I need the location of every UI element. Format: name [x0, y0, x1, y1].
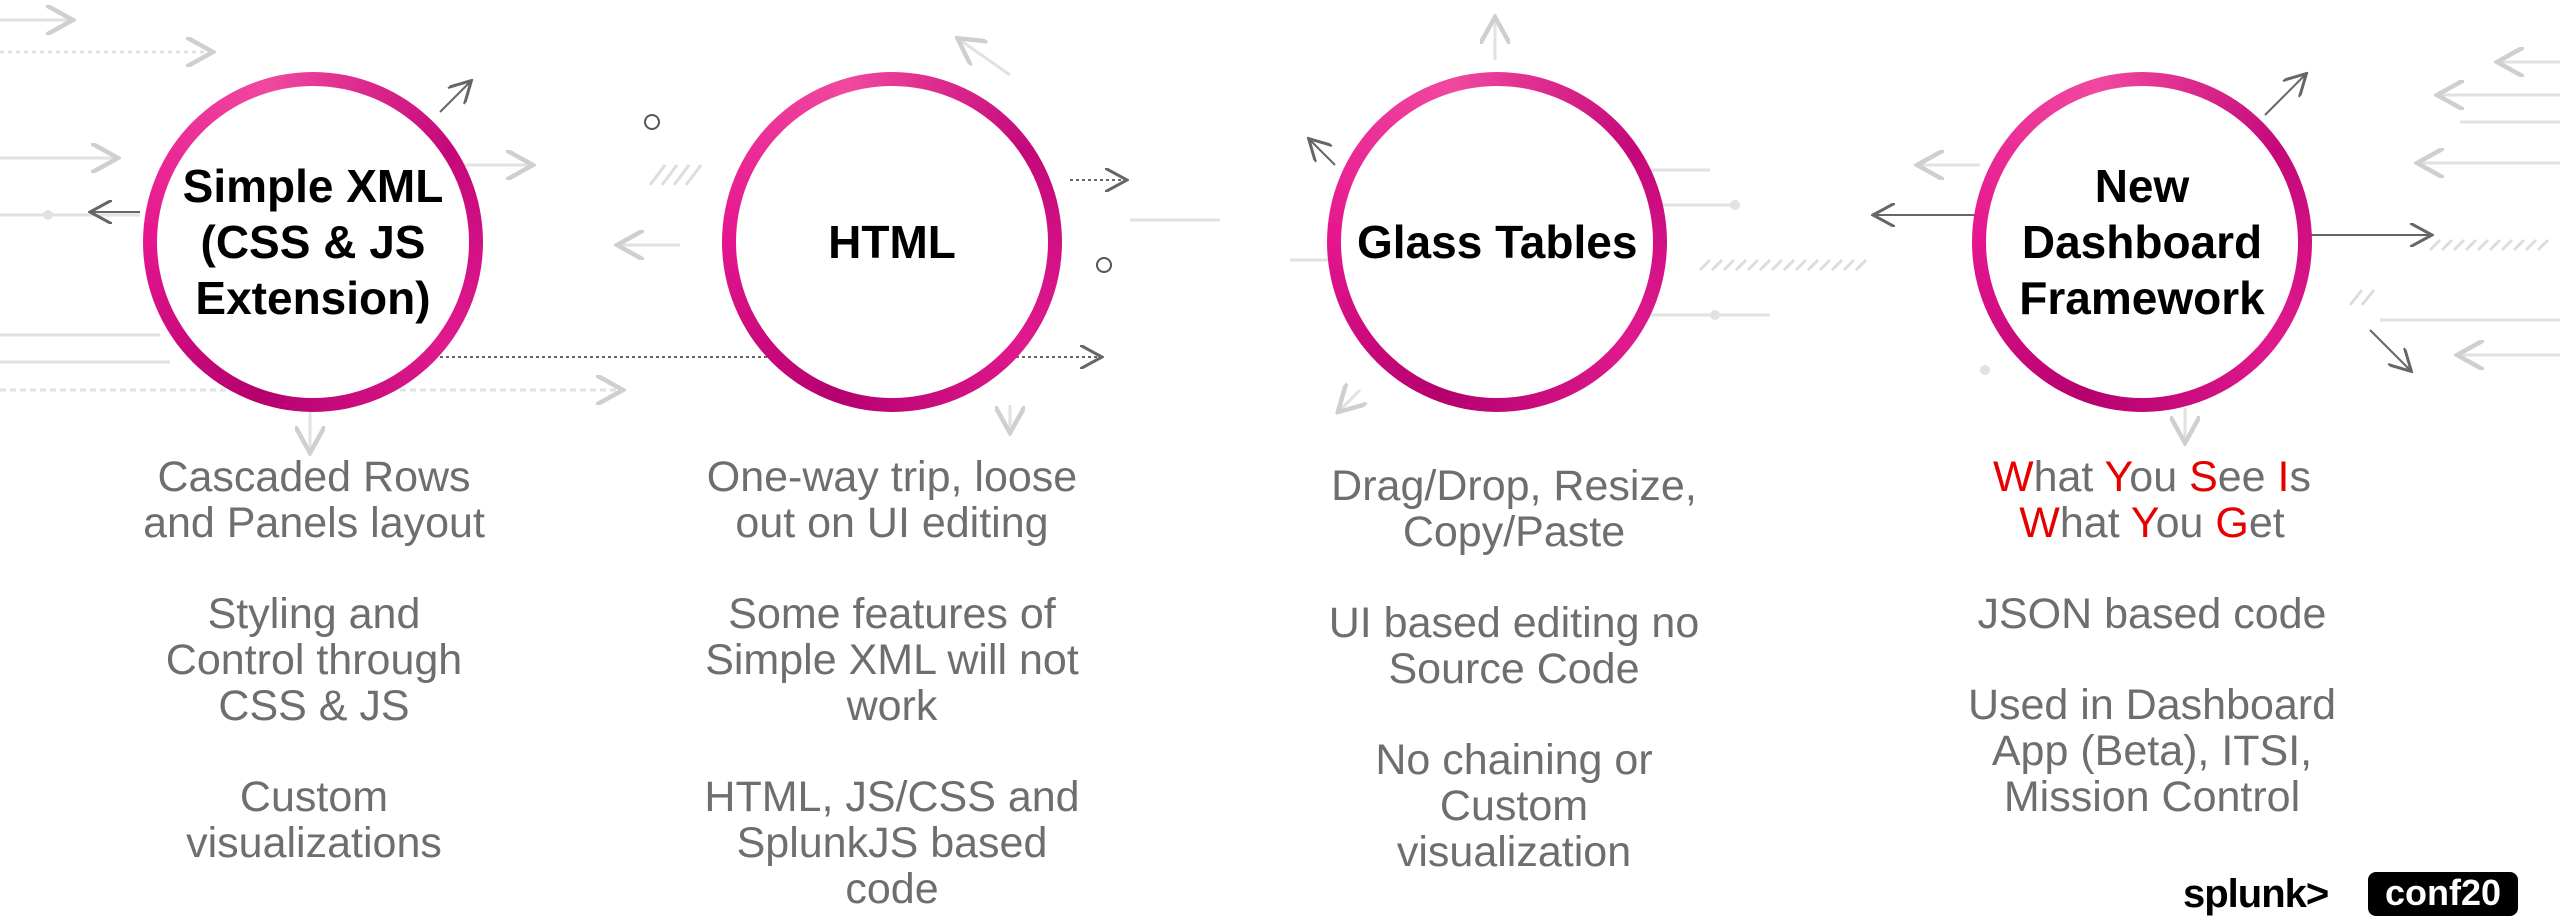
- wysiwyg-line: What You See Is: [1922, 454, 2382, 500]
- title-line: New: [2094, 160, 2190, 212]
- wysiwyg-text: ee: [2217, 453, 2278, 501]
- simple-xml-circle: Simple XML (CSS & JS Extension): [143, 72, 483, 412]
- feature-item: JSON based code: [1922, 591, 2382, 637]
- wysiwyg-text: hat: [2033, 453, 2105, 501]
- html-title: HTML: [752, 214, 1032, 270]
- feature-line: Source Code: [1388, 645, 1640, 693]
- feature-item: UI based editing no Source Code: [1284, 600, 1744, 692]
- wysiwyg-line: What You Get: [1922, 500, 2382, 546]
- wysiwyg-text: et: [2248, 499, 2285, 547]
- feature-item: Cascaded Rows and Panels layout: [84, 454, 544, 546]
- glass-tables-circle: Glass Tables: [1327, 72, 1667, 412]
- feature-line: out on UI editing: [735, 499, 1049, 547]
- glass-tables-title: Glass Tables: [1357, 214, 1637, 270]
- new-dashboard-circle: New Dashboard Framework: [1972, 72, 2312, 412]
- new-dashboard-title: New Dashboard Framework: [2002, 158, 2282, 326]
- title-line: Simple XML: [182, 160, 444, 212]
- title-line: (CSS & JS: [200, 216, 426, 268]
- feature-line: SplunkJS based: [736, 819, 1048, 867]
- feature-line: Custom: [239, 773, 389, 821]
- feature-line: Styling and: [207, 590, 421, 638]
- wysiwyg-item: What You See Is What You Get: [1922, 454, 2382, 546]
- highlight-letter: Y: [2130, 499, 2156, 547]
- feature-line: App (Beta), ITSI,: [1991, 727, 2313, 775]
- feature-item: Drag/Drop, Resize, Copy/Paste: [1284, 463, 1744, 555]
- feature-line: Control through: [165, 636, 463, 684]
- title-line: Glass Tables: [1357, 216, 1638, 268]
- title-line: HTML: [828, 216, 956, 268]
- feature-line: Cascaded Rows: [157, 453, 471, 501]
- feature-item: Custom visualizations: [84, 774, 544, 866]
- highlight-letter: I: [2277, 453, 2290, 501]
- feature-line: Copy/Paste: [1402, 508, 1626, 556]
- wysiwyg-text: ou: [2155, 499, 2216, 547]
- html-circle: HTML: [722, 72, 1062, 412]
- wysiwyg-text: s: [2289, 453, 2311, 501]
- feature-line: No chaining or: [1375, 736, 1653, 784]
- highlight-letter: W: [1993, 453, 2034, 501]
- conf-logo: conf20: [2368, 872, 2518, 916]
- html-description: One-way trip, loose out on UI editing So…: [662, 454, 1122, 912]
- feature-line: Custom: [1439, 782, 1589, 830]
- feature-line: Some features of: [728, 590, 1056, 638]
- glass-tables-description: Drag/Drop, Resize, Copy/Paste UI based e…: [1284, 463, 1744, 875]
- feature-item: HTML, JS/CSS and SplunkJS based code: [662, 774, 1122, 912]
- feature-line: UI based editing no: [1328, 599, 1700, 647]
- feature-line: visualization: [1396, 828, 1632, 876]
- feature-line: One-way trip, loose: [706, 453, 1078, 501]
- simple-xml-title: Simple XML (CSS & JS Extension): [173, 158, 453, 326]
- title-line: Dashboard: [2021, 216, 2263, 268]
- feature-item: Some features of Simple XML will not wor…: [662, 591, 1122, 729]
- feature-item: Styling and Control through CSS & JS: [84, 591, 544, 729]
- feature-line: Used in Dashboard: [1967, 681, 2337, 729]
- feature-line: code: [845, 865, 939, 913]
- highlight-letter: S: [2189, 453, 2218, 501]
- feature-line: JSON based code: [1977, 590, 2327, 638]
- title-line: Extension): [195, 272, 431, 324]
- feature-line: CSS & JS: [218, 682, 410, 730]
- splunk-logo: splunk>: [2183, 872, 2329, 916]
- feature-line: work: [846, 682, 938, 730]
- feature-line: visualizations: [186, 819, 442, 867]
- feature-line: and Panels layout: [143, 499, 485, 547]
- feature-line: Drag/Drop, Resize,: [1331, 462, 1697, 510]
- feature-line: Simple XML will not: [705, 636, 1079, 684]
- highlight-letter: Y: [2104, 453, 2130, 501]
- feature-item: Used in Dashboard App (Beta), ITSI, Miss…: [1922, 682, 2382, 820]
- highlight-letter: G: [2215, 499, 2249, 547]
- feature-item: One-way trip, loose out on UI editing: [662, 454, 1122, 546]
- new-dashboard-description: What You See Is What You Get JSON based …: [1922, 454, 2382, 820]
- wysiwyg-text: ou: [2129, 453, 2190, 501]
- feature-item: No chaining or Custom visualization: [1284, 737, 1744, 875]
- highlight-letter: W: [2019, 499, 2060, 547]
- feature-line: HTML, JS/CSS and: [704, 773, 1080, 821]
- wysiwyg-text: hat: [2059, 499, 2131, 547]
- feature-line: Mission Control: [2003, 773, 2301, 821]
- title-line: Framework: [2019, 272, 2265, 324]
- simple-xml-description: Cascaded Rows and Panels layout Styling …: [84, 454, 544, 866]
